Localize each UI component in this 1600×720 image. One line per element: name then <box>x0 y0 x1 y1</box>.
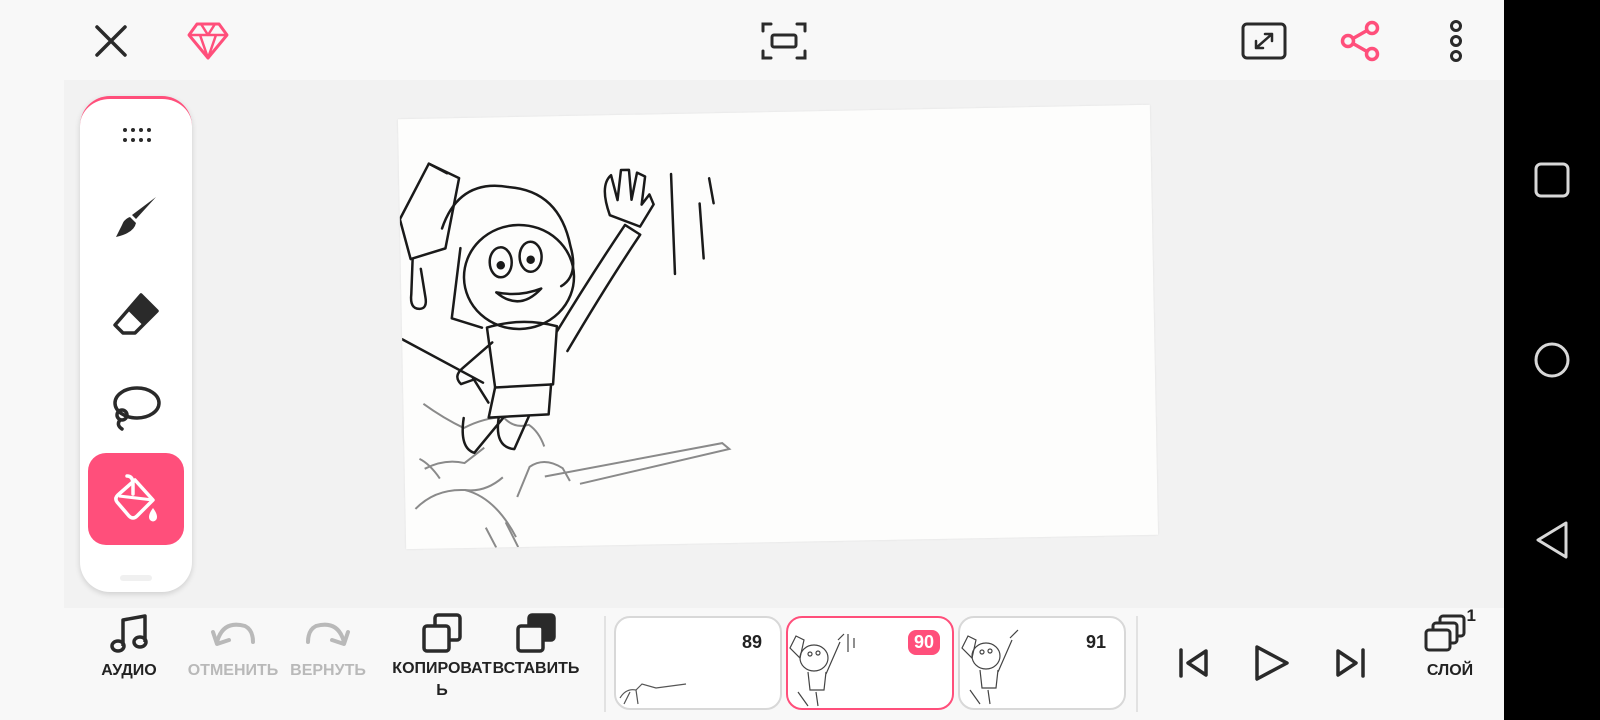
lasso-tool[interactable] <box>88 361 184 453</box>
redo-icon <box>306 622 350 646</box>
undo-label: ОТМЕНИТЬ <box>187 662 279 679</box>
dots-grip-icon <box>123 128 151 142</box>
copy-label: КОПИРОВАТ Ь <box>392 658 491 702</box>
frames-divider-right <box>1136 616 1138 712</box>
tool-panel <box>80 96 192 592</box>
frame-number: 90 <box>907 630 940 655</box>
fit-frame-icon <box>761 22 807 60</box>
system-navigation-bar <box>1504 0 1600 720</box>
paint-bucket-icon <box>114 474 157 522</box>
more-options-button[interactable] <box>1431 16 1481 66</box>
tool-menu-handle[interactable] <box>88 103 184 167</box>
panel-scroll-indicator <box>120 575 152 581</box>
paste-icon <box>516 613 556 653</box>
undo-icon <box>211 622 255 646</box>
back-triangle-icon <box>1536 521 1568 559</box>
layer-button[interactable]: 1 СЛОЙ <box>1420 606 1480 682</box>
drawing-canvas[interactable] <box>397 104 1159 550</box>
layer-label: СЛОЙ <box>1426 662 1474 679</box>
more-vertical-icon <box>1450 20 1462 62</box>
back-button[interactable] <box>1528 516 1576 564</box>
copy-button[interactable]: КОПИРОВАТ Ь <box>392 612 492 702</box>
redo-button[interactable]: ВЕРНУТЬ <box>288 612 368 682</box>
brush-icon <box>116 197 156 237</box>
redo-label: ВЕРНУТЬ <box>290 662 366 679</box>
frame-number: 89 <box>741 632 762 652</box>
premium-button[interactable] <box>183 16 233 66</box>
close-icon <box>95 25 127 57</box>
home-button[interactable] <box>1528 336 1576 384</box>
skip-to-end-icon <box>1336 648 1365 678</box>
layer-icon-wrap: 1 <box>1424 606 1476 656</box>
play-icon <box>1255 645 1289 681</box>
skip-to-end-button[interactable] <box>1328 640 1374 686</box>
lasso-icon <box>113 386 161 431</box>
recents-button[interactable] <box>1528 156 1576 204</box>
music-note-icon <box>110 614 148 653</box>
undo-button[interactable]: ОТМЕНИТЬ <box>186 612 280 682</box>
brush-tool[interactable] <box>88 171 184 263</box>
frame-number: 91 <box>1085 632 1106 652</box>
premium-diamond-icon <box>187 22 229 60</box>
recents-square-icon <box>1534 162 1570 198</box>
layer-count: 1 <box>1466 606 1476 625</box>
copy-label-line1: КОПИРОВАТ <box>392 660 492 677</box>
skip-to-start-icon <box>1179 648 1208 678</box>
copy-label-line2: Ь <box>436 682 448 699</box>
fullscreen-icon <box>1241 22 1287 60</box>
play-button[interactable] <box>1248 640 1294 686</box>
frame-thumbnail[interactable]: 91 <box>958 616 1126 710</box>
paste-button[interactable]: ВСТАВИТЬ <box>492 612 580 680</box>
audio-label: АУДИО <box>101 662 157 679</box>
fill-tool[interactable] <box>88 453 184 545</box>
audio-button[interactable]: АУДИО <box>94 612 164 682</box>
drawing-artwork <box>398 162 732 548</box>
fit-frame-button[interactable] <box>759 16 809 66</box>
copy-icon <box>422 613 462 653</box>
home-circle-icon <box>1534 342 1570 378</box>
layers-icon <box>1424 614 1466 652</box>
share-button[interactable] <box>1335 16 1385 66</box>
frame-thumbnail-current[interactable]: 90 <box>786 616 954 710</box>
skip-to-start-button[interactable] <box>1170 640 1216 686</box>
close-button[interactable] <box>86 16 136 66</box>
fullscreen-button[interactable] <box>1239 16 1289 66</box>
paste-label: ВСТАВИТЬ <box>492 660 580 677</box>
eraser-icon <box>113 293 159 335</box>
share-icon <box>1340 20 1380 62</box>
frames-strip[interactable]: 89 90 91 <box>606 616 1136 712</box>
eraser-tool[interactable] <box>88 267 184 359</box>
animation-app: АУДИО ОТМЕНИТЬ ВЕРНУТЬ КОПИРОВАТ Ь ВСТАВ… <box>0 0 1504 720</box>
frame-thumbnail[interactable]: 89 <box>614 616 782 710</box>
